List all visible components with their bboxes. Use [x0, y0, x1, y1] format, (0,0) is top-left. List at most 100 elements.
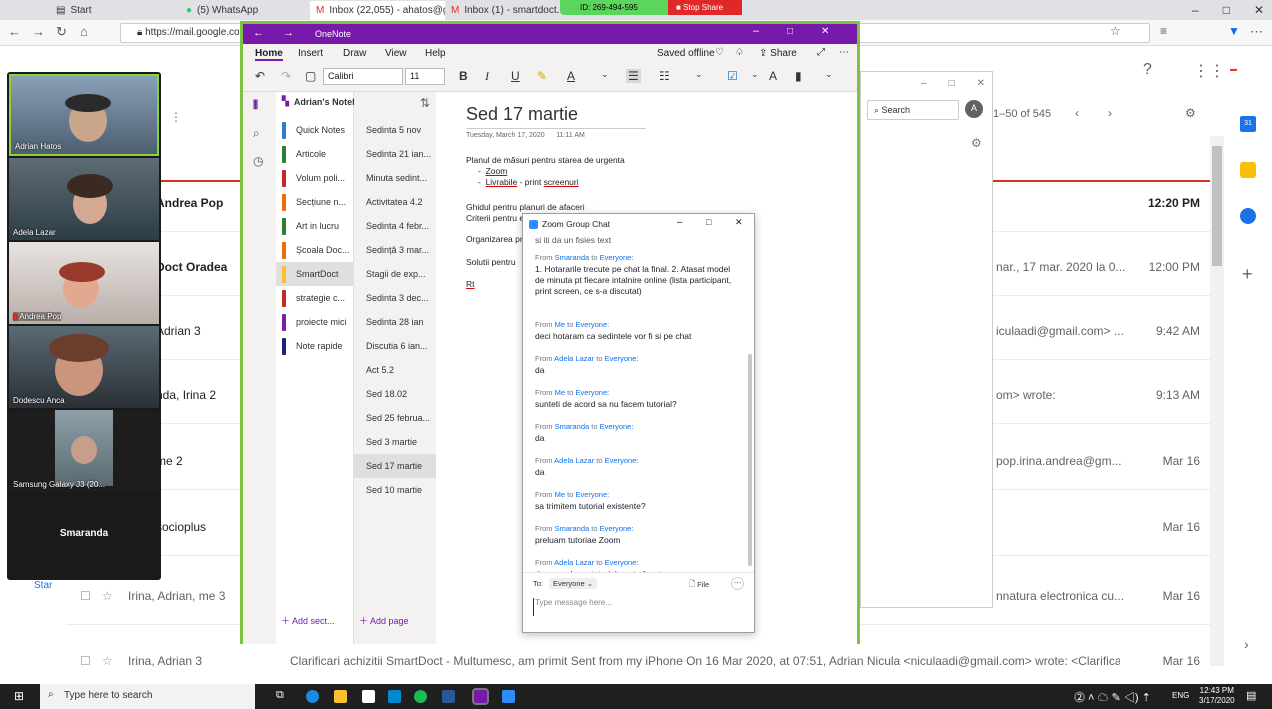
tab-help[interactable]: Help	[425, 48, 446, 59]
video-tile[interactable]: ▮ Andrea Pop	[9, 242, 159, 324]
word-icon[interactable]	[442, 690, 455, 703]
minimize-icon[interactable]: –	[753, 25, 759, 37]
bell-icon[interactable]: ♤	[735, 47, 744, 58]
star-icon[interactable]: ☆	[1110, 24, 1121, 38]
back-icon[interactable]: ←	[253, 27, 264, 39]
notification-icon[interactable]: ▤	[1246, 689, 1256, 702]
task-view-icon[interactable]: ⧉	[276, 689, 284, 702]
maximize-icon[interactable]: □	[787, 26, 793, 37]
bold-button[interactable]: B	[459, 69, 468, 83]
chevron-right-icon[interactable]: ›	[1244, 636, 1249, 652]
maximize-button[interactable]: □	[1223, 3, 1230, 17]
checkbox-icon[interactable]: ☑	[727, 69, 738, 83]
spotify-icon[interactable]	[414, 690, 427, 703]
share-button[interactable]: ⇪ Share	[759, 48, 797, 59]
chat-input[interactable]: Type message here...	[533, 598, 743, 616]
forward-icon[interactable]: →	[32, 24, 45, 39]
windows-start-icon[interactable]: ⊞	[14, 689, 24, 703]
numbering-icon[interactable]: ☷	[659, 69, 670, 83]
section-item[interactable]: Articole	[282, 142, 354, 166]
add-icon[interactable]: +	[1242, 264, 1253, 285]
page-item[interactable]: Sedință 3 mar...	[354, 238, 436, 262]
settings-icon[interactable]: ⚙	[971, 136, 982, 150]
stop-share-button[interactable]: ■ Stop Share	[668, 0, 742, 15]
page-item[interactable]: Sedinta 5 nov	[354, 118, 436, 142]
starred-label[interactable]: Star	[34, 580, 52, 591]
video-tile[interactable]: Smaranda	[9, 494, 159, 576]
tasks-icon[interactable]	[1240, 208, 1256, 224]
star-icon[interactable]: ☆	[102, 589, 113, 603]
page-item[interactable]: Sed 25 februa...	[354, 406, 436, 430]
font-color-icon[interactable]: A	[567, 69, 575, 83]
edge-icon[interactable]	[306, 690, 319, 703]
maximize-icon[interactable]: □	[949, 78, 955, 89]
section-item[interactable]: Secțiune n...	[282, 190, 354, 214]
more-icon[interactable]: ⋮	[170, 110, 182, 124]
add-page-button[interactable]: ＋ Add page	[354, 614, 436, 627]
italic-button[interactable]: I	[485, 69, 489, 84]
page-item[interactable]: Activitatea 4.2	[354, 190, 436, 214]
sort-icon[interactable]: ⇅	[420, 96, 430, 110]
more-icon[interactable]: ⋯	[839, 47, 849, 58]
section-item[interactable]: Quick Notes	[282, 118, 354, 142]
dictate-icon[interactable]: ▮	[795, 69, 802, 83]
language-indicator[interactable]: ENG	[1172, 691, 1189, 700]
page-item[interactable]: Sedinta 4 febr...	[354, 214, 436, 238]
chat-scrollbar[interactable]	[748, 354, 752, 566]
chevron-down-icon[interactable]: ⌄	[751, 69, 759, 80]
minimize-icon[interactable]: –	[677, 217, 683, 228]
section-item[interactable]: Școala Doc...	[282, 238, 354, 262]
page-item[interactable]: Sedinta 21 ian...	[354, 142, 436, 166]
file-button[interactable]: 🗋︎ File	[689, 578, 709, 591]
tab-draw[interactable]: Draw	[343, 48, 366, 59]
add-section-button[interactable]: ＋ Add sect...	[276, 614, 354, 627]
chat-messages[interactable]: si iti da un fisies text From Smaranda t…	[523, 234, 754, 572]
taskbar-search-input[interactable]: ⌕ Type here to search	[40, 684, 255, 709]
maximize-icon[interactable]: □	[706, 217, 711, 227]
lightbulb-icon[interactable]: ♡	[715, 47, 724, 58]
apps-icon[interactable]: ⋮⋮	[1193, 61, 1225, 81]
scrollbar[interactable]	[1210, 136, 1224, 666]
page-item[interactable]: Discutia 6 ian...	[354, 334, 436, 358]
help-icon[interactable]: ?	[1143, 61, 1152, 79]
settings-icon[interactable]: ⚙	[1185, 106, 1196, 120]
more-icon[interactable]: ⋯	[1250, 24, 1263, 40]
keep-icon[interactable]	[1240, 162, 1256, 178]
home-icon[interactable]: ⌂	[80, 24, 88, 39]
tab-view[interactable]: View	[385, 48, 407, 59]
page-title[interactable]: Sed 17 martie	[466, 104, 578, 125]
section-item[interactable]: proiecte mici	[282, 310, 354, 334]
tab-insert[interactable]: Insert	[298, 48, 323, 59]
close-icon[interactable]: ✕	[977, 78, 985, 89]
undo-icon[interactable]: ↶	[255, 69, 265, 83]
minimize-button[interactable]: –	[1192, 3, 1199, 17]
page-item[interactable]: Stagii de exp...	[354, 262, 436, 286]
section-item[interactable]: Note rapide	[282, 334, 354, 358]
notebooks-icon[interactable]: ⫴	[253, 98, 258, 113]
underline-button[interactable]: U	[511, 69, 520, 83]
file-explorer-icon[interactable]	[334, 690, 347, 703]
bullets-icon[interactable]: ☰	[626, 69, 641, 83]
favorites-icon[interactable]: ≡	[1160, 24, 1167, 38]
more-icon[interactable]: ⋯	[731, 577, 744, 590]
search-icon[interactable]: ⌕	[253, 126, 260, 141]
tab-home[interactable]: Home	[255, 48, 283, 61]
tab-start[interactable]: ▤ Start	[50, 1, 180, 20]
close-icon[interactable]: ✕	[735, 217, 743, 228]
minimize-icon[interactable]: –	[921, 78, 927, 89]
clipboard-icon[interactable]: ▢	[305, 69, 316, 83]
video-tile[interactable]: Adrian Hatos	[9, 74, 159, 156]
onenote-icon[interactable]	[472, 688, 489, 705]
video-tile[interactable]: Dodescu Anca	[9, 326, 159, 408]
tab-gmail-inbox-1[interactable]: M Inbox (22,055) - ahatos@gn	[310, 1, 445, 20]
checkbox[interactable]: ☐	[80, 589, 91, 603]
avatar[interactable]: A	[965, 100, 983, 118]
page-item[interactable]: Minuta sedint...	[354, 166, 436, 190]
page-item[interactable]: Sed 10 martie	[354, 478, 436, 502]
section-item[interactable]: Volum poli...	[282, 166, 354, 190]
extension-icon[interactable]: ▼	[1228, 24, 1240, 38]
refresh-icon[interactable]: ↻	[56, 24, 67, 40]
back-icon[interactable]: ←	[8, 24, 21, 39]
font-select[interactable]: Calibri	[323, 68, 403, 85]
close-icon[interactable]: ✕	[821, 26, 829, 37]
